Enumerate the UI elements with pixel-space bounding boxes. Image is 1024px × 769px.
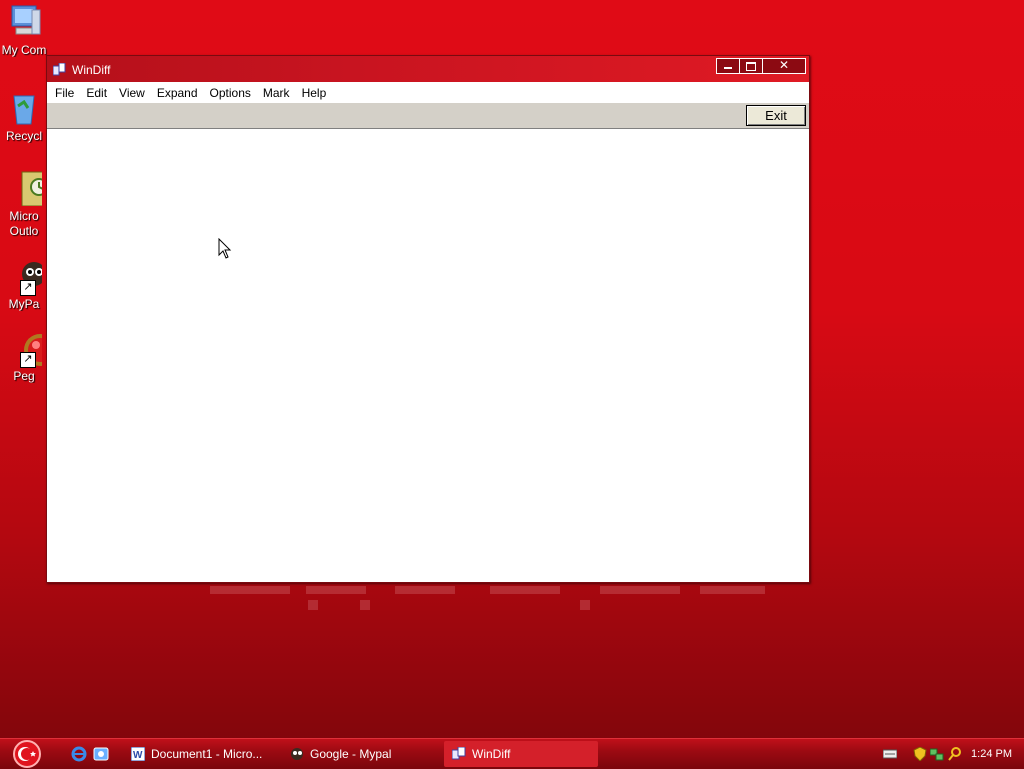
- taskbar: W Document1 - Micro... Google - Mypal Win…: [0, 738, 1024, 769]
- internet-explorer-icon[interactable]: [71, 746, 87, 762]
- desktop-icon-label: Recycl: [5, 129, 42, 143]
- windiff-icon: [52, 62, 66, 76]
- mypal-icon: ↗: [6, 258, 46, 296]
- word-icon: W: [131, 746, 145, 761]
- menu-mark[interactable]: Mark: [257, 86, 296, 100]
- task-label: Document1 - Micro...: [151, 747, 263, 761]
- clock[interactable]: 1:24 PM: [971, 739, 1012, 769]
- minimize-button[interactable]: [716, 58, 740, 74]
- task-label: WinDiff: [472, 747, 511, 761]
- desktop-icon-pegasus[interactable]: ↗ Peg: [0, 330, 56, 383]
- desktop-icon-label: MyPa: [8, 297, 40, 311]
- recycle-bin-icon: [6, 90, 42, 126]
- maximize-button[interactable]: [739, 58, 763, 74]
- desktop-icon-recycle-bin[interactable]: Recycl: [0, 90, 48, 143]
- pegasus-icon: ↗: [6, 330, 56, 368]
- mypal-icon: [291, 747, 303, 760]
- desktop-icon-label: My Com: [1, 43, 47, 57]
- windiff-icon: [452, 746, 466, 760]
- start-button[interactable]: [9, 740, 45, 768]
- desktop-icon-outlook[interactable]: Micro Outlo: [0, 170, 48, 239]
- task-google-mypal[interactable]: Google - Mypal: [290, 741, 440, 767]
- keyboard-icon[interactable]: [883, 747, 897, 761]
- task-label: Google - Mypal: [310, 747, 392, 761]
- search-icon[interactable]: [948, 747, 962, 761]
- desktop-icon-label: Peg: [13, 369, 35, 383]
- desktop-icon-mypal[interactable]: ↗ MyPa: [0, 258, 48, 311]
- toolbar: Exit: [47, 103, 809, 129]
- task-document1[interactable]: W Document1 - Micro...: [131, 741, 281, 767]
- menu-file[interactable]: File: [47, 86, 80, 100]
- menu-bar: File Edit View Expand Options Mark Help: [47, 82, 809, 103]
- desktop-icon-my-computer[interactable]: My Com: [0, 4, 48, 57]
- outlook-icon: [6, 170, 48, 207]
- window-title: WinDiff: [72, 63, 111, 77]
- exit-button[interactable]: Exit: [746, 105, 806, 126]
- menu-edit[interactable]: Edit: [80, 86, 113, 100]
- menu-help[interactable]: Help: [296, 86, 333, 100]
- desktop-icon-label: Micro Outlo: [9, 209, 39, 238]
- close-button[interactable]: [762, 58, 806, 74]
- title-bar[interactable]: WinDiff: [47, 56, 809, 82]
- network-icon[interactable]: [930, 747, 944, 761]
- security-shield-icon[interactable]: [913, 747, 927, 761]
- my-computer-icon: [6, 4, 42, 40]
- mouse-cursor-icon: [218, 238, 232, 259]
- svg-text:W: W: [133, 750, 143, 761]
- menu-expand[interactable]: Expand: [151, 86, 204, 100]
- menu-view[interactable]: View: [113, 86, 151, 100]
- menu-options[interactable]: Options: [204, 86, 257, 100]
- shortcut-arrow-icon: ↗: [20, 280, 36, 296]
- show-desktop-icon[interactable]: [93, 746, 109, 762]
- windiff-window: WinDiff File Edit View Expand Options Ma…: [46, 55, 810, 583]
- wallpaper-logo: [210, 578, 770, 618]
- shortcut-arrow-icon: ↗: [20, 352, 36, 368]
- task-windiff[interactable]: WinDiff: [444, 741, 598, 767]
- compare-results-area[interactable]: [47, 129, 809, 582]
